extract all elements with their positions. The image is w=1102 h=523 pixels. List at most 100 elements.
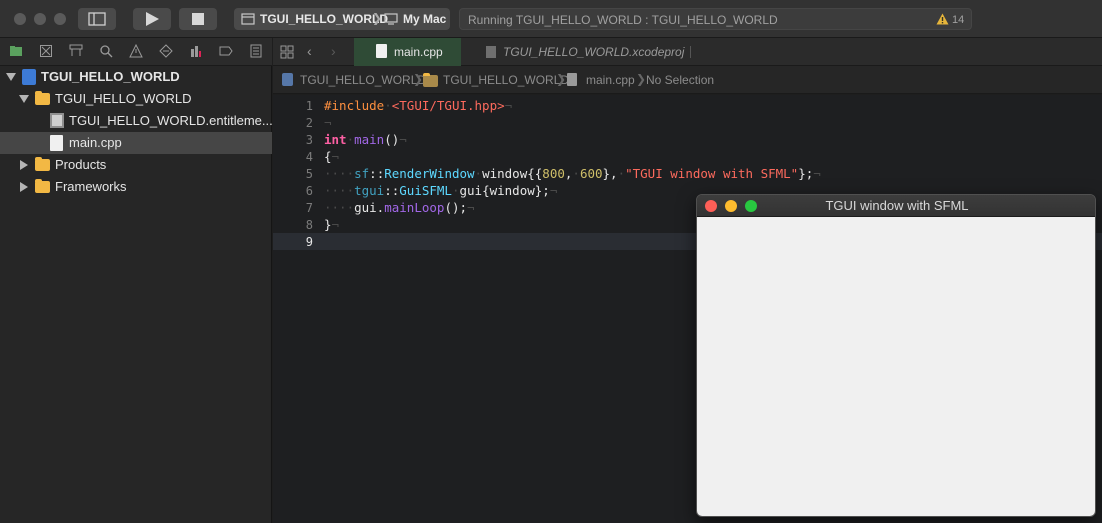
line-number: 3 (305, 133, 313, 147)
code-token: 600 (579, 166, 603, 181)
search-icon[interactable] (99, 44, 113, 58)
code-line-1: #include·<TGUI/TGUI.hpp>¬ (324, 98, 513, 113)
tab-label: TGUI_HELLO_WORLD.xcodeproj (503, 45, 685, 59)
line-number: 5 (305, 167, 313, 181)
nav-item-entitlements[interactable]: TGUI_HELLO_WORLD.entitleme... (0, 110, 273, 132)
jumpbar-file[interactable]: main.cpp (586, 73, 635, 87)
source-control-icon[interactable] (39, 44, 53, 58)
code-token: #include (324, 98, 385, 113)
folder-navigator-icon[interactable] (9, 44, 23, 58)
sfml-app-window[interactable]: TGUI window with SFML (696, 194, 1096, 517)
tab-xcodeproj[interactable]: TGUI_HELLO_WORLD.xcodeproj (461, 38, 691, 66)
tab-label: main.cpp (394, 45, 443, 59)
sfml-close-button[interactable] (705, 200, 717, 212)
nav-item-group[interactable]: TGUI_HELLO_WORLD (0, 88, 272, 110)
code-token: sf (354, 166, 370, 181)
code-token: main (354, 132, 385, 147)
line-number: 2 (305, 116, 313, 130)
chevron-right-icon: ❯ (413, 72, 424, 86)
code-line-6: ····tgui::GuiSFML·gui{window};¬ (324, 183, 558, 198)
code-line-3: int·main()¬ (324, 132, 407, 147)
code-token: RenderWindow (384, 166, 475, 181)
code-token: }; (798, 166, 814, 181)
nav-item-main-cpp[interactable]: main.cpp (0, 132, 272, 154)
nav-item-label: Products (55, 157, 107, 172)
folder-icon (35, 179, 50, 193)
play-icon (146, 12, 159, 26)
warning-icon[interactable] (936, 13, 949, 25)
code-token: <TGUI/TGUI.hpp> (391, 98, 505, 113)
nav-item-label: Frameworks (55, 179, 127, 194)
sfml-render-canvas[interactable] (697, 217, 1095, 516)
code-line-4: {¬ (324, 149, 340, 164)
code-token: } (324, 217, 332, 232)
jump-bar: TGUI_HELLO_WORLD ❯ TGUI_HELLO_WORLD ❯ ma… (273, 66, 1102, 94)
zoom-window-button[interactable] (54, 13, 66, 25)
disclosure-right-icon[interactable] (20, 182, 28, 192)
jumpbar-group[interactable]: TGUI_HELLO_WORLD (443, 73, 569, 87)
code-token: mainLoop (384, 200, 445, 215)
folder-icon (423, 73, 438, 87)
chevron-right-icon: ❯ (556, 72, 567, 86)
cpp-file-icon (50, 135, 63, 151)
nav-item-label: TGUI_HELLO_WORLD (55, 91, 192, 106)
forward-arrow-icon[interactable]: › (331, 43, 336, 59)
stop-button[interactable] (179, 8, 217, 30)
sfml-window-titlebar[interactable]: TGUI window with SFML (697, 195, 1095, 217)
xcodeproj-file-icon (486, 46, 496, 58)
code-line-7: ····gui.mainLoop();¬ (324, 200, 475, 215)
toggle-navigator-button[interactable] (78, 8, 116, 30)
line-number: 6 (305, 184, 313, 198)
test-navigator-icon[interactable] (159, 44, 173, 58)
disclosure-down-icon[interactable] (6, 73, 16, 81)
nav-item-project[interactable]: TGUI_HELLO_WORLD (0, 66, 272, 88)
line-number: 4 (305, 150, 313, 164)
line-number: 1 (305, 99, 313, 113)
back-arrow-icon[interactable]: ‹ (307, 43, 312, 59)
code-token: "TGUI window with SFML" (625, 166, 799, 181)
code-token: tgui (354, 183, 385, 198)
folder-icon (35, 91, 50, 105)
project-navigator: TGUI_HELLO_WORLD TGUI_HELLO_WORLD TGUI_H… (0, 66, 273, 523)
symbol-navigator-icon[interactable] (69, 44, 83, 58)
sfml-zoom-button[interactable] (745, 200, 757, 212)
scheme-target-label: TGUI_HELLO_WORLD (260, 12, 388, 26)
report-navigator-icon[interactable] (249, 44, 263, 58)
code-token: 800 (542, 166, 565, 181)
sfml-minimize-button[interactable] (725, 200, 737, 212)
app-target-icon (241, 13, 255, 25)
tab-divider (690, 46, 691, 58)
toolbar: TGUI_HELLO_WORLD ❯ My Mac Running TGUI_H… (0, 0, 1102, 38)
line-number: 7 (305, 201, 313, 215)
disclosure-down-icon[interactable] (19, 95, 29, 103)
code-token: GuiSFML (399, 183, 452, 198)
jumpbar-selection[interactable]: No Selection (646, 73, 714, 87)
code-line-5: ····sf::RenderWindow·window{{800,·600},·… (324, 166, 821, 181)
code-token: gui{window}; (459, 183, 550, 198)
minimize-window-button[interactable] (34, 13, 46, 25)
stop-icon (192, 13, 204, 25)
debug-navigator-icon[interactable] (189, 44, 203, 58)
nav-item-label: TGUI_HELLO_WORLD.entitleme... (69, 113, 273, 128)
nav-item-label: main.cpp (69, 135, 122, 150)
cpp-file-icon (567, 73, 577, 86)
breakpoint-navigator-icon[interactable] (219, 44, 233, 58)
line-number-current: 9 (305, 235, 313, 249)
run-button[interactable] (133, 8, 171, 30)
grid-icon[interactable] (280, 45, 294, 59)
disclosure-right-icon[interactable] (20, 160, 28, 170)
chevron-right-icon: ❯ (636, 72, 647, 86)
code-token: () (384, 132, 400, 147)
status-text: Running TGUI_HELLO_WORLD : TGUI_HELLO_WO… (468, 13, 778, 27)
code-token: window{{ (482, 166, 543, 181)
issue-navigator-icon[interactable] (129, 44, 143, 58)
folder-icon (35, 157, 50, 171)
scheme-selector[interactable]: TGUI_HELLO_WORLD ❯ My Mac (234, 8, 450, 30)
close-window-button[interactable] (14, 13, 26, 25)
code-token: int (324, 132, 347, 147)
code-line-8: }¬ (324, 217, 340, 232)
jumpbar-project[interactable]: TGUI_HELLO_WORLD (300, 73, 426, 87)
tab-main-cpp[interactable]: main.cpp (354, 38, 461, 66)
nav-item-frameworks[interactable]: Frameworks (0, 176, 272, 198)
nav-item-products[interactable]: Products (0, 154, 272, 176)
